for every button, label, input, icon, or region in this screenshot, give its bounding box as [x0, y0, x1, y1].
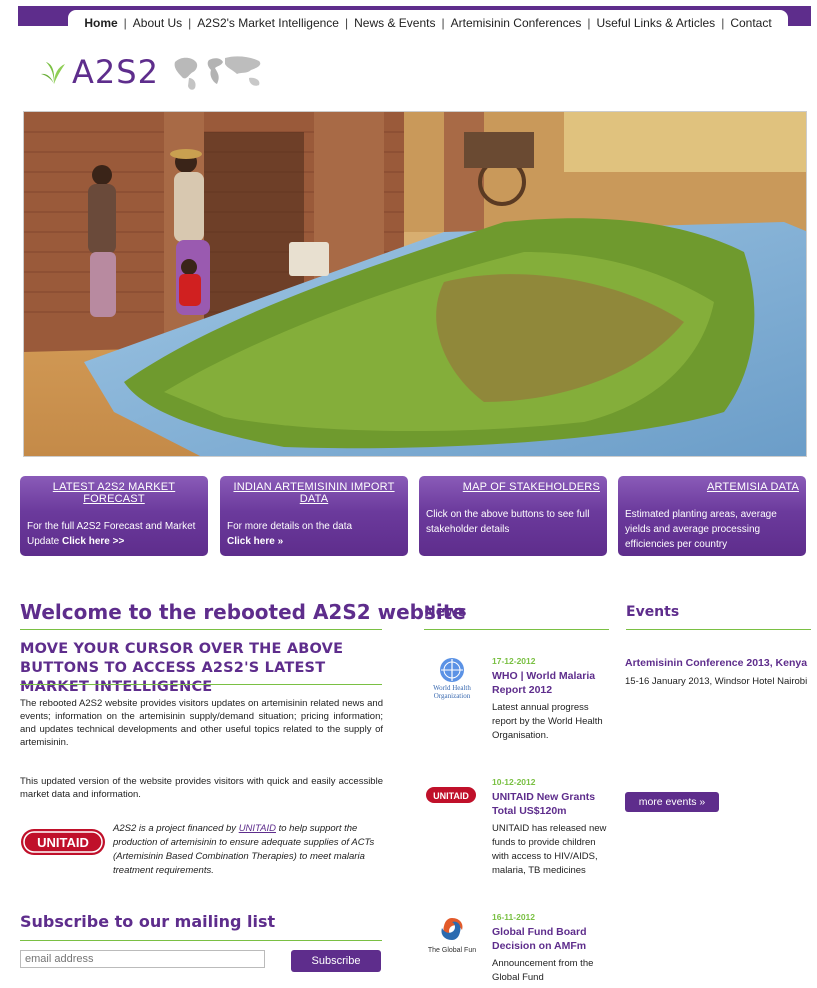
main-nav: Home | About Us | A2S2's Market Intellig…	[68, 10, 788, 36]
divider	[626, 629, 811, 630]
feature-body: For the full A2S2 Forecast and Market Up…	[27, 521, 196, 547]
event-title-link[interactable]: Artemisinin Conference 2013, Kenya	[625, 657, 807, 669]
email-field[interactable]	[20, 950, 265, 968]
nav-market-intelligence[interactable]: A2S2's Market Intelligence	[191, 16, 345, 30]
unitaid-logo-text: UNITAID	[37, 835, 89, 850]
global-fund-logo[interactable]: The Global Fun	[422, 912, 482, 958]
subscribe-button[interactable]: Subscribe	[291, 950, 381, 972]
welcome-paragraph: This updated version of the website prov…	[20, 776, 383, 800]
svg-text:UNITAID: UNITAID	[433, 791, 469, 801]
hero-photo-artemisia-drying	[24, 112, 806, 456]
leaf-icon	[41, 62, 65, 84]
site-logo[interactable]: A2S2	[40, 50, 269, 94]
news-headline-link[interactable]: UNITAID New Grants Total US$120m	[492, 790, 610, 818]
feature-artemisia-data-button[interactable]: ARTEMISIA DATA Estimated planting areas,…	[618, 476, 806, 556]
divider	[20, 684, 382, 685]
welcome-title: Welcome to the rebooted A2S2 website	[20, 600, 466, 624]
feature-indian-import-data-button[interactable]: INDIAN ARTEMISININ IMPORT DATA For more …	[220, 476, 408, 556]
more-events-button[interactable]: more events »	[625, 792, 719, 812]
welcome-subhead: MOVE YOUR CURSOR OVER THE ABOVE BUTTONS …	[20, 641, 344, 695]
events-title: Events	[626, 604, 680, 620]
feature-title[interactable]: LATEST A2S2 MARKET FORECAST	[27, 481, 201, 505]
divider	[424, 629, 609, 630]
news-headline-link[interactable]: Global Fund Board Decision on AMFm	[492, 925, 610, 953]
nav-about-us[interactable]: About Us	[127, 16, 188, 30]
hero-image	[23, 111, 807, 457]
svg-text:Organization: Organization	[434, 692, 471, 700]
welcome-paragraph: The rebooted A2S2 website provides visit…	[20, 698, 383, 748]
news-description: Announcement from the Global Fund	[492, 958, 594, 983]
news-date: 17-12-2012	[492, 656, 536, 666]
who-logo[interactable]: World Health Organization	[422, 656, 482, 702]
divider	[20, 629, 382, 630]
feature-market-forecast-button[interactable]: LATEST A2S2 MARKET FORECAST For the full…	[20, 476, 208, 556]
feature-body: Estimated planting areas, average yields…	[625, 509, 777, 550]
svg-text:The Global Fun: The Global Fun	[428, 947, 476, 954]
nav-artemisinin-conferences[interactable]: Artemisinin Conferences	[445, 16, 588, 30]
world-map-icon	[174, 56, 261, 90]
event-description: 15-16 January 2013, Windsor Hotel Nairob…	[625, 676, 808, 687]
news-headline-link[interactable]: WHO | World Malaria Report 2012	[492, 669, 610, 697]
divider	[20, 940, 382, 941]
subscribe-title: Subscribe to our mailing list	[20, 912, 276, 931]
unitaid-link[interactable]: UNITAID	[239, 823, 276, 834]
news-title: News	[424, 604, 467, 620]
news-item: UNITAID 10-12-2012 UNITAID New Grants To…	[422, 777, 612, 887]
feature-title[interactable]: ARTEMISIA DATA	[625, 481, 799, 493]
nav-home[interactable]: Home	[78, 16, 123, 30]
news-date: 10-12-2012	[492, 777, 536, 787]
news-item: World Health Organization 17-12-2012 WHO…	[422, 656, 612, 756]
feature-body: Click on the above buttons to see full s…	[426, 509, 590, 535]
funding-note: A2S2 is a project financed by UNITAID to…	[113, 823, 375, 876]
news-description: Latest annual progress report by the Wor…	[492, 702, 603, 741]
news-date: 16-11-2012	[492, 912, 536, 922]
nav-useful-links[interactable]: Useful Links & Articles	[590, 16, 721, 30]
feature-map-stakeholders-button[interactable]: MAP OF STAKEHOLDERS Click on the above b…	[419, 476, 607, 556]
logo-text: A2S2	[72, 53, 159, 91]
news-description: UNITAID has released new funds to provid…	[492, 823, 607, 876]
feature-title[interactable]: INDIAN ARTEMISININ IMPORT DATA	[227, 481, 401, 505]
nav-contact[interactable]: Contact	[724, 16, 777, 30]
news-item: The Global Fun 16-11-2012 Global Fund Bo…	[422, 912, 612, 988]
unitaid-logo[interactable]: UNITAID	[20, 826, 106, 858]
feature-body: For more details on the data Click here »	[227, 521, 353, 547]
unitaid-logo[interactable]: UNITAID	[422, 777, 482, 823]
svg-text:World Health: World Health	[433, 684, 471, 692]
feature-title[interactable]: MAP OF STAKEHOLDERS	[426, 481, 600, 493]
nav-news-events[interactable]: News & Events	[348, 16, 441, 30]
